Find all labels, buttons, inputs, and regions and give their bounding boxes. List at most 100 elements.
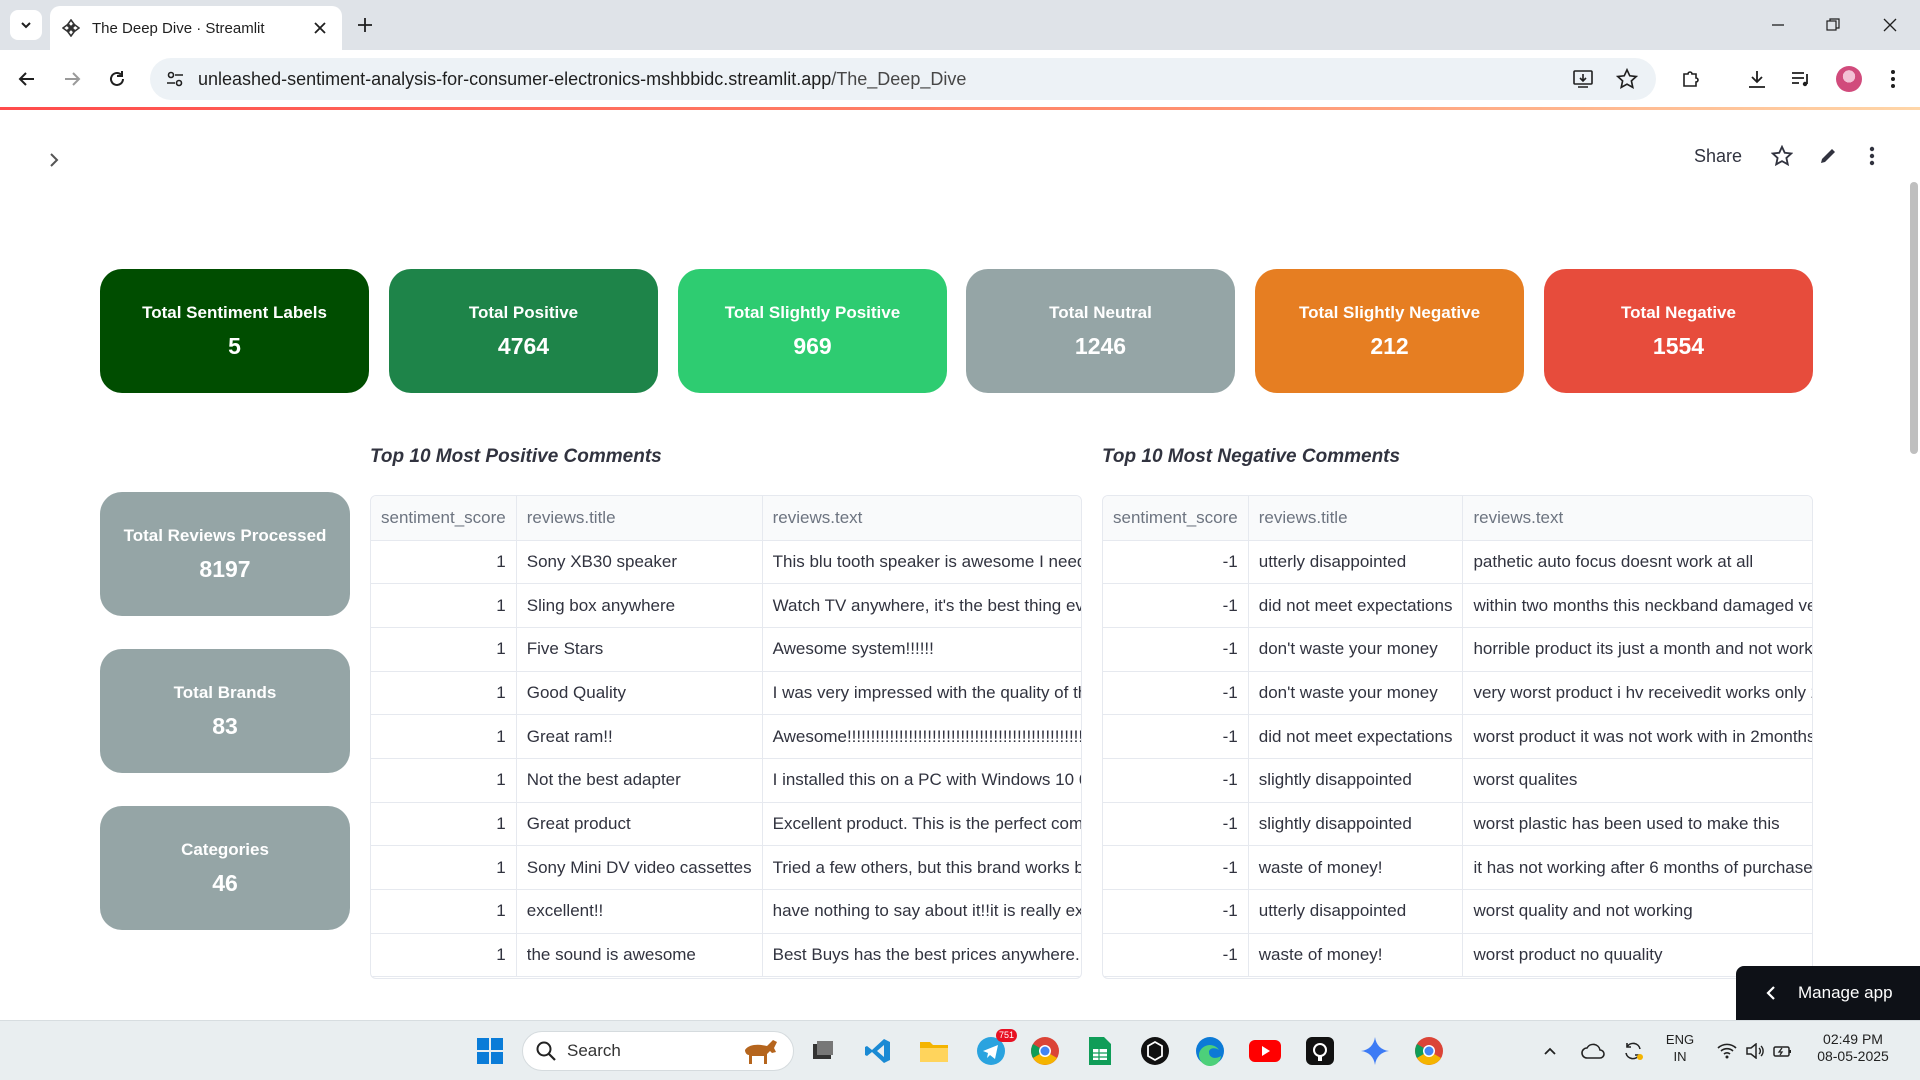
table-row[interactable]: 1 Five Stars Awesome system!!!!!! (371, 627, 1081, 672)
review-title-cell[interactable]: excellent!! (516, 889, 763, 934)
review-title-cell[interactable]: utterly disappointed (1248, 889, 1464, 934)
page-scrollbar[interactable] (1910, 182, 1918, 454)
table-row[interactable]: -1 utterly disappointed worst quality and … (1103, 889, 1812, 934)
table-row[interactable]: -1 don't waste your money very worst produ… (1103, 671, 1812, 716)
onedrive-cloud-icon[interactable] (1576, 1033, 1610, 1069)
table-row[interactable]: 1 Sony XB30 speaker This blu tooth speaker… (371, 540, 1081, 585)
volume-icon[interactable] (1740, 1033, 1770, 1069)
review-title-cell[interactable]: Good Quality (516, 671, 763, 716)
minimize-window-button[interactable] (1758, 10, 1798, 40)
restore-window-button[interactable] (1813, 10, 1853, 40)
review-title-cell[interactable]: did not meet expectations (1248, 714, 1464, 759)
review-title-cell[interactable]: slightly disappointed (1248, 758, 1464, 803)
review-text-cell[interactable]: Awesome system!!!!!! (762, 627, 1081, 672)
review-title-cell[interactable]: Great product (516, 802, 763, 847)
sentiment-score-cell[interactable]: -1 (1103, 802, 1249, 847)
review-title-cell[interactable]: Not the best adapter (516, 758, 763, 803)
sentiment-score-cell[interactable]: -1 (1103, 933, 1249, 978)
review-title-cell[interactable]: Five Stars (516, 627, 763, 672)
table-row[interactable]: -1 waste of money! it has not working afte… (1103, 845, 1812, 890)
windows-start-icon[interactable] (472, 1033, 508, 1069)
sentiment-score-cell[interactable]: 1 (371, 540, 517, 585)
battery-icon[interactable] (1768, 1033, 1798, 1069)
taskbar-search-box[interactable]: Search (522, 1031, 794, 1071)
sync-icon[interactable] (1616, 1033, 1650, 1069)
address-bar[interactable]: unleashed-sentiment-analysis-for-consume… (150, 58, 1656, 100)
favorite-star-icon[interactable] (1768, 142, 1796, 170)
new-tab-button[interactable] (352, 12, 378, 38)
table-row[interactable]: -1 waste of money! worst product no quuali… (1103, 933, 1812, 978)
review-title-cell[interactable]: waste of money! (1248, 845, 1464, 890)
column-header[interactable]: reviews.text (1462, 496, 1812, 541)
bookmark-star-icon[interactable] (1614, 66, 1640, 92)
column-header[interactable]: reviews.text (762, 496, 1081, 541)
column-header[interactable]: reviews.title (516, 496, 763, 541)
review-title-cell[interactable]: utterly disappointed (1248, 540, 1464, 585)
review-text-cell[interactable]: Best Buys has the best prices anywhere. … (762, 933, 1081, 978)
site-info-icon[interactable] (164, 68, 186, 90)
column-header[interactable]: sentiment_score (371, 496, 517, 541)
file-explorer-icon[interactable] (916, 1033, 952, 1069)
review-title-cell[interactable]: did not meet expectations (1248, 583, 1464, 628)
youtube-icon[interactable] (1247, 1033, 1283, 1069)
share-button[interactable]: Share (1694, 142, 1742, 170)
table-row[interactable]: 1 Great product Excellent product. This is… (371, 802, 1081, 847)
review-text-cell[interactable]: Watch TV anywhere, it's the best thing e… (762, 583, 1081, 628)
chrome-icon[interactable] (1027, 1033, 1063, 1069)
review-text-cell[interactable]: worst product it was not work with in 2m… (1462, 714, 1812, 759)
install-app-icon[interactable] (1570, 66, 1596, 92)
forward-button[interactable] (55, 62, 89, 96)
review-text-cell[interactable]: I was very impressed with the quality of… (762, 671, 1081, 716)
review-title-cell[interactable]: slightly disappointed (1248, 802, 1464, 847)
vscode-icon[interactable] (860, 1033, 896, 1069)
chevron-up-icon[interactable] (1535, 1033, 1565, 1069)
review-text-cell[interactable]: within two months this neckband damaged … (1462, 583, 1812, 628)
back-button[interactable] (10, 62, 44, 96)
review-text-cell[interactable]: it has not working after 6 months of pur… (1462, 845, 1812, 890)
table-row[interactable]: 1 Great ram!! Awesome!!!!!!!!!!!!!!!!!!!!!… (371, 714, 1081, 759)
review-text-cell[interactable]: worst quality and not working (1462, 889, 1812, 934)
review-title-cell[interactable]: Sony Mini DV video cassettes (516, 845, 763, 890)
tab-search-button[interactable] (10, 10, 42, 40)
close-window-button[interactable] (1870, 10, 1910, 40)
profile-avatar[interactable] (1834, 62, 1864, 96)
gemini-icon[interactable] (1357, 1033, 1393, 1069)
negative-comments-table[interactable]: sentiment_score reviews.title reviews.te… (1102, 495, 1813, 979)
table-row[interactable]: 1 excellent!! have nothing to say about it… (371, 889, 1081, 934)
clock[interactable]: 02:49 PM 08-05-2025 (1808, 1031, 1898, 1065)
sentiment-score-cell[interactable]: 1 (371, 758, 517, 803)
sentiment-score-cell[interactable]: 1 (371, 889, 517, 934)
review-text-cell[interactable]: pathetic auto focus doesnt work at all (1462, 540, 1812, 585)
review-title-cell[interactable]: don't waste your money (1248, 627, 1464, 672)
review-title-cell[interactable]: the sound is awesome (516, 933, 763, 978)
table-row[interactable]: -1 don't waste your money horrible product… (1103, 627, 1812, 672)
sentiment-score-cell[interactable]: 1 (371, 802, 517, 847)
downloads-icon[interactable] (1742, 62, 1772, 96)
edge-icon[interactable] (1192, 1033, 1228, 1069)
table-row[interactable]: 1 the sound is awesome Best Buys has the b… (371, 933, 1081, 978)
edit-pencil-icon[interactable] (1814, 142, 1842, 170)
review-text-cell[interactable]: worst plastic has been used to make this (1462, 802, 1812, 847)
sentiment-score-cell[interactable]: -1 (1103, 583, 1249, 628)
table-row[interactable]: -1 did not meet expectations within two mo… (1103, 583, 1812, 628)
sentiment-score-cell[interactable]: -1 (1103, 671, 1249, 716)
sentiment-score-cell[interactable]: -1 (1103, 758, 1249, 803)
media-controls-icon[interactable] (1786, 62, 1816, 96)
telegram-icon[interactable]: 751 (973, 1029, 1017, 1069)
review-text-cell[interactable]: have nothing to say about it!!it is real… (762, 889, 1081, 934)
review-text-cell[interactable]: Tried a few others, but this brand works… (762, 845, 1081, 890)
review-title-cell[interactable]: waste of money! (1248, 933, 1464, 978)
github-icon[interactable] (1302, 1033, 1338, 1069)
table-row[interactable]: -1 slightly disappointed worst plastic has… (1103, 802, 1812, 847)
review-text-cell[interactable]: very worst product i hv receivedit works… (1462, 671, 1812, 716)
sentiment-score-cell[interactable]: 1 (371, 583, 517, 628)
app-menu-icon[interactable] (1858, 142, 1886, 170)
review-text-cell[interactable]: horrible product its just a month and no… (1462, 627, 1812, 672)
review-text-cell[interactable]: I installed this on a PC with Windows 10… (762, 758, 1081, 803)
table-row[interactable]: -1 did not meet expectations worst product… (1103, 714, 1812, 759)
manage-app-button[interactable]: Manage app (1736, 966, 1920, 1020)
table-row[interactable]: 1 Good Quality I was very impressed with t… (371, 671, 1081, 716)
review-text-cell[interactable]: This blu tooth speaker is awesome I need… (762, 540, 1081, 585)
review-text-cell[interactable]: worst qualites (1462, 758, 1812, 803)
sentiment-score-cell[interactable]: 1 (371, 845, 517, 890)
